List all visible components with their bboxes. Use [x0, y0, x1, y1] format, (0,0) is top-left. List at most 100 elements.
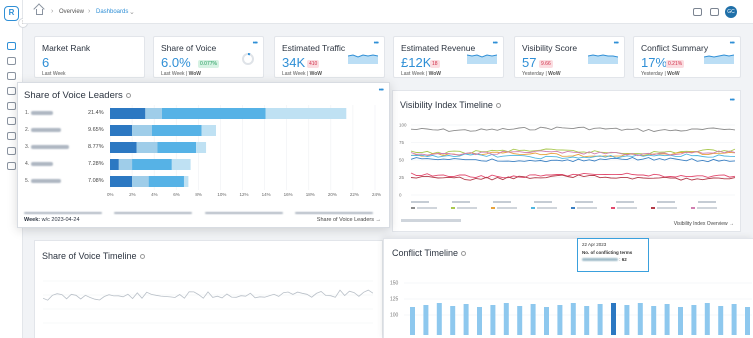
legend-entry	[657, 207, 677, 209]
database-icon[interactable]	[7, 102, 16, 110]
avatar[interactable]: GC	[725, 6, 737, 18]
conflict-bar[interactable]	[651, 306, 657, 335]
mail-icon[interactable]	[710, 8, 719, 16]
conflict-bar[interactable]	[436, 303, 442, 335]
delta-badge: 9.66	[539, 60, 553, 68]
breadcrumb-dashboards[interactable]: Dashboards	[96, 9, 128, 15]
bar-segment[interactable]	[132, 176, 149, 187]
home-icon[interactable]	[36, 9, 43, 15]
megaphone-icon[interactable]	[693, 8, 702, 16]
sov-leaders-link[interactable]: Share of Voice Leaders →	[317, 217, 381, 223]
kpi-value: 6.0%	[161, 55, 191, 70]
more-icon[interactable]: •••	[379, 87, 384, 94]
bar-segment[interactable]	[110, 142, 137, 153]
conflict-bar[interactable]	[624, 305, 630, 335]
more-icon[interactable]: •••	[374, 40, 379, 47]
date-range-slider[interactable]	[401, 219, 461, 222]
more-icon[interactable]: •••	[730, 40, 735, 47]
legend-swatch	[531, 207, 535, 209]
legend-swatch	[411, 207, 415, 209]
more-icon[interactable]: •••	[730, 97, 735, 104]
chevron-down-icon[interactable]: ⌄	[129, 8, 135, 16]
info-icon[interactable]	[495, 103, 501, 109]
breadcrumb-overview[interactable]: Overview	[59, 9, 84, 15]
info-icon[interactable]	[125, 92, 131, 98]
info-icon[interactable]	[461, 251, 467, 257]
kpi-conflict-summary[interactable]: Conflict Summary ••• 17% 0.21% Yesterday…	[633, 36, 741, 78]
card-title: Visibility Index Timeline	[400, 100, 501, 110]
week-selector[interactable]: Week: w/c 2023-04-24	[24, 217, 80, 223]
conflict-bar[interactable]	[597, 304, 603, 335]
settings-icon[interactable]	[7, 117, 16, 125]
y-tick-label: 25	[399, 175, 405, 180]
flag-icon[interactable]	[7, 87, 16, 95]
bar-segment[interactable]	[110, 108, 146, 119]
conflict-bar[interactable]	[704, 303, 710, 335]
conflict-bar[interactable]	[678, 307, 683, 335]
bar-segment[interactable]	[196, 142, 207, 153]
bar-segment[interactable]	[110, 176, 133, 187]
conflict-bar[interactable]	[517, 306, 523, 335]
conflict-bar[interactable]	[745, 307, 750, 335]
chart-icon[interactable]	[7, 57, 16, 65]
kpi-title: Share of Voice	[161, 43, 217, 53]
conflict-bar[interactable]	[530, 304, 536, 335]
conflict-bar[interactable]	[450, 306, 456, 335]
conflict-bar[interactable]	[718, 306, 724, 335]
conflict-bar[interactable]	[410, 307, 415, 335]
bar-segment[interactable]	[151, 125, 202, 136]
bar-segment[interactable]	[201, 125, 216, 136]
kpi-estimated-revenue[interactable]: Estimated Revenue ••• £12K 18 Last Week …	[393, 36, 504, 78]
conflict-bar[interactable]	[664, 304, 670, 335]
bar-segment[interactable]	[183, 176, 189, 187]
conflict-bar[interactable]	[637, 303, 643, 335]
sov-timeline-card: Share of Voice Timeline	[34, 240, 383, 338]
x-tick-label: 12%	[239, 192, 249, 197]
bar-segment[interactable]	[110, 125, 133, 136]
bar-segment[interactable]	[145, 108, 162, 119]
series-line[interactable]	[410, 126, 736, 132]
conflict-bar[interactable]	[557, 305, 563, 335]
conflict-bar[interactable]	[423, 305, 429, 335]
bar-segment[interactable]	[132, 125, 152, 136]
conflict-bar[interactable]	[463, 304, 469, 335]
pin-icon[interactable]	[7, 147, 16, 155]
kpi-estimated-traffic[interactable]: Estimated Traffic ••• 34K 410 Last Week …	[274, 36, 385, 78]
bar-segment[interactable]	[136, 142, 158, 153]
conflict-bar[interactable]	[503, 303, 509, 335]
series-line[interactable]	[410, 148, 736, 155]
bar-segment[interactable]	[171, 159, 191, 170]
conflict-bar[interactable]	[584, 306, 590, 335]
bar-segment[interactable]	[118, 159, 133, 170]
kpi-share-of-voice[interactable]: Share of Voice ••• 6.0% 0.077% Last Week…	[153, 36, 264, 78]
info-icon[interactable]	[139, 254, 145, 260]
file-icon[interactable]	[7, 132, 16, 140]
logo-icon[interactable]: R	[4, 6, 19, 21]
bar-segment[interactable]	[157, 142, 197, 153]
kpi-visibility-score[interactable]: Visibility Score ••• 57 9.66 Yesterday |…	[514, 36, 625, 78]
more-icon[interactable]: •••	[493, 40, 498, 47]
visibility-overview-link[interactable]: Visibility Index Overview →	[674, 221, 734, 227]
more-icon[interactable]: •••	[614, 40, 619, 47]
conflict-bar[interactable]	[544, 307, 549, 335]
edit-icon[interactable]	[7, 42, 16, 50]
conflict-bar[interactable]	[611, 303, 616, 335]
conflict-bar[interactable]	[570, 303, 576, 335]
stack-icon[interactable]	[7, 162, 16, 170]
bar-segment[interactable]	[132, 159, 172, 170]
bookmark-icon[interactable]	[7, 72, 16, 80]
sov-percent: 7.28%	[88, 161, 104, 167]
bar-segment[interactable]	[148, 176, 184, 187]
bar-segment[interactable]	[265, 108, 347, 119]
card-title: Share of Voice Timeline	[42, 251, 145, 261]
conflict-bar[interactable]	[490, 305, 496, 335]
bar-segment[interactable]	[110, 159, 119, 170]
series-line[interactable]	[410, 157, 736, 163]
conflict-bar[interactable]	[731, 304, 737, 335]
more-icon[interactable]: •••	[253, 40, 258, 47]
kpi-market-rank[interactable]: Market Rank 6 Last Week	[34, 36, 145, 78]
conflict-bar[interactable]	[477, 307, 482, 335]
conflict-bar[interactable]	[691, 305, 697, 335]
bar-segment[interactable]	[161, 108, 266, 119]
x-tick-placeholder	[698, 201, 716, 203]
